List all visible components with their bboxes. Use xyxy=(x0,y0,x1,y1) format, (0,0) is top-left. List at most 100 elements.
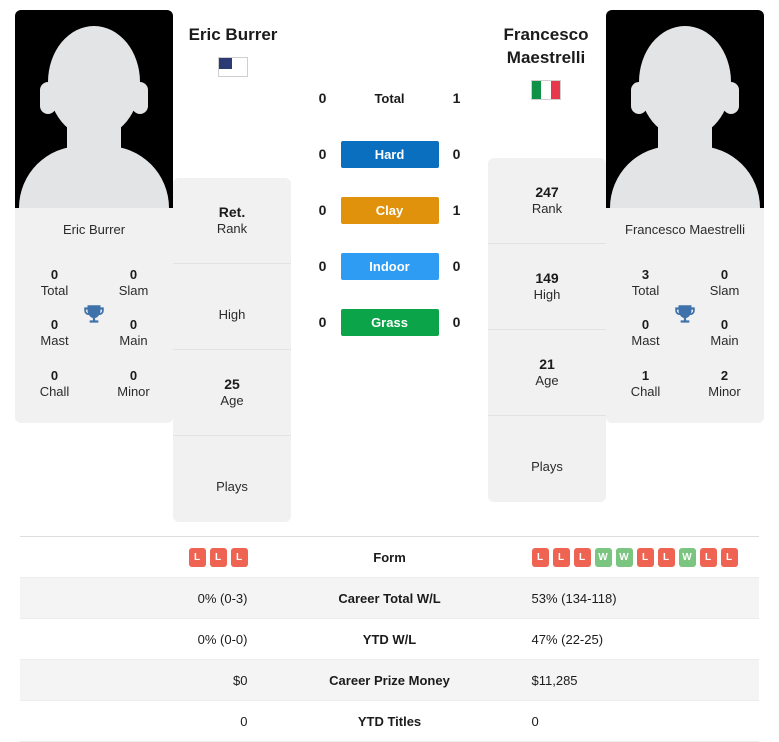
form-badge-win[interactable]: W xyxy=(678,547,696,567)
right-info-age-label: Age xyxy=(535,373,559,389)
middle-column: Eric Burrer Francesco Maestrelli 0 Total 1… xyxy=(173,10,606,522)
left-titles-chall: 0 Chall xyxy=(15,368,94,401)
right-info-plays-label: Plays xyxy=(531,459,563,475)
form-badge-loss[interactable]: L xyxy=(636,547,654,567)
right-player-header[interactable]: Francesco Maestrelli xyxy=(486,10,606,100)
table-row: L L L Form L L L W W L L W L L xyxy=(20,537,759,578)
table-row: $0 Career Prize Money $11,285 xyxy=(20,660,759,701)
left-form-strip: LLL xyxy=(188,547,248,567)
right-titles-chall-value: 1 xyxy=(641,367,650,383)
avatar-ear-right xyxy=(723,82,739,114)
left-titles-chall-value: 0 xyxy=(50,367,59,383)
right-info-age: 21 Age xyxy=(488,330,606,416)
avatar-ear-left xyxy=(40,82,56,114)
right-info-high-label: High xyxy=(533,287,561,303)
h2h-right-score: 1 xyxy=(452,90,461,106)
left-titles-stats: 0 Total 0 Slam 0 Mast 0 Main 0 Chall 0 M… xyxy=(15,254,173,424)
trophy-icon xyxy=(81,302,107,328)
form-badge-loss[interactable]: L xyxy=(209,547,227,567)
table-row: 0% (0-0) YTD W/L 47% (22-25) xyxy=(20,619,759,660)
left-player-caption: Eric Burrer xyxy=(62,222,126,237)
table-row-label: YTD W/L xyxy=(362,631,417,647)
left-info-age-label: Age xyxy=(220,393,244,409)
left-titles-main-label: Main xyxy=(119,333,148,349)
right-titles-minor: 2 Minor xyxy=(685,368,764,401)
table-right-value: 47% (22-25) xyxy=(531,631,604,647)
left-info-plays-label: Plays xyxy=(216,479,248,495)
right-titles-chall: 1 Chall xyxy=(606,368,685,401)
table-row-label: Form xyxy=(373,549,406,565)
right-info-rank-value: 247 xyxy=(535,183,559,200)
right-titles-row-1: 3 Total 0 Slam xyxy=(606,258,764,309)
left-titles-mast-label: Mast xyxy=(40,333,69,349)
it-flag-icon xyxy=(531,79,561,100)
form-badge-loss[interactable]: L xyxy=(573,547,591,567)
left-player-header[interactable]: Eric Burrer xyxy=(173,10,293,77)
form-badge-loss[interactable]: L xyxy=(552,547,570,567)
right-info-plays: Plays xyxy=(488,416,606,502)
left-info-high-label: High xyxy=(218,306,246,322)
right-titles-total-label: Total xyxy=(631,282,660,298)
left-titles-total-label: Total xyxy=(40,282,69,298)
avatar-shoulders xyxy=(610,146,760,208)
left-info-rank-value: Ret. xyxy=(218,203,246,220)
table-right-value: LLLWWLLWLL xyxy=(480,547,760,567)
right-titles-main-label: Main xyxy=(710,333,739,349)
right-titles-mast-label: Mast xyxy=(631,333,660,349)
form-badge-loss[interactable]: L xyxy=(188,547,206,567)
head-to-head-comparison: Eric Burrer 0 Total 0 Slam 0 Mast 0 Main… xyxy=(0,0,779,742)
comparison-table: L L L Form L L L W W L L W L L 0% (0-3) Career Total W/… xyxy=(20,536,759,742)
table-right-value: 0 xyxy=(531,713,539,729)
right-form-strip: LLLWWLLWLL xyxy=(531,547,738,567)
form-badge-win[interactable]: W xyxy=(615,547,633,567)
table-left-value: 0% (0-0) xyxy=(197,631,248,647)
avatar-ear-left xyxy=(631,82,647,114)
left-titles-slam-label: Slam xyxy=(118,282,149,298)
right-titles-total: 3 Total xyxy=(606,267,685,300)
top-section: Eric Burrer 0 Total 0 Slam 0 Mast 0 Main… xyxy=(0,0,779,522)
form-badge-win[interactable]: W xyxy=(594,547,612,567)
left-titles-row-3: 0 Chall 0 Minor xyxy=(15,359,173,410)
right-titles-slam-value: 0 xyxy=(720,266,729,282)
h2h-left-score: 0 xyxy=(318,90,327,106)
table-row-label: Career Total W/L xyxy=(338,590,441,606)
left-titles-slam-value: 0 xyxy=(129,266,138,282)
form-badge-loss[interactable]: L xyxy=(720,547,738,567)
table-left-value: LLL xyxy=(20,547,300,567)
right-info-high: 149 High xyxy=(488,244,606,330)
right-player-photo xyxy=(606,10,764,208)
right-player-card[interactable]: Francesco Maestrelli 3 Total 0 Slam 0 Ma… xyxy=(606,10,764,424)
right-info-card: 247 Rank 149 High 21 Age Plays xyxy=(488,158,606,502)
right-player-name: Francesco Maestrelli xyxy=(503,25,589,67)
table-left-value: 0 xyxy=(240,713,248,729)
form-badge-loss[interactable]: L xyxy=(699,547,717,567)
right-titles-row-3: 1 Chall 2 Minor xyxy=(606,359,764,410)
right-info-rank: 247 Rank xyxy=(488,158,606,244)
us-flag-icon xyxy=(218,56,248,77)
right-player-caption: Francesco Maestrelli xyxy=(625,222,745,237)
table-row-label: Career Prize Money xyxy=(329,672,450,688)
table-row: 0% (0-3) Career Total W/L 53% (134-118) xyxy=(20,578,759,619)
h2h-row-total: 0 Total 1 xyxy=(305,70,475,126)
right-titles-slam-label: Slam xyxy=(709,282,740,298)
table-left-value: $0 xyxy=(233,672,248,688)
left-info-plays: Plays xyxy=(173,436,291,522)
avatar-ear-right xyxy=(132,82,148,114)
left-titles-chall-label: Chall xyxy=(39,383,70,399)
right-info-high-value: 149 xyxy=(535,269,559,286)
right-titles-total-value: 3 xyxy=(641,266,650,282)
left-titles-total: 0 Total xyxy=(15,267,94,300)
left-player-photo xyxy=(15,10,173,208)
right-info-age-value: 21 xyxy=(539,355,555,372)
surface-badge-total: Total xyxy=(374,90,405,106)
form-badge-loss[interactable]: L xyxy=(230,547,248,567)
right-titles-minor-value: 2 xyxy=(720,367,729,383)
left-player-card[interactable]: Eric Burrer 0 Total 0 Slam 0 Mast 0 Main… xyxy=(15,10,173,424)
left-titles-row-1: 0 Total 0 Slam xyxy=(15,258,173,309)
right-titles-minor-label: Minor xyxy=(708,383,741,399)
left-player-name: Eric Burrer xyxy=(188,25,278,44)
form-badge-loss[interactable]: L xyxy=(531,547,549,567)
trophy-icon xyxy=(672,302,698,328)
form-badge-loss[interactable]: L xyxy=(657,547,675,567)
right-titles-slam: 0 Slam xyxy=(685,267,764,300)
